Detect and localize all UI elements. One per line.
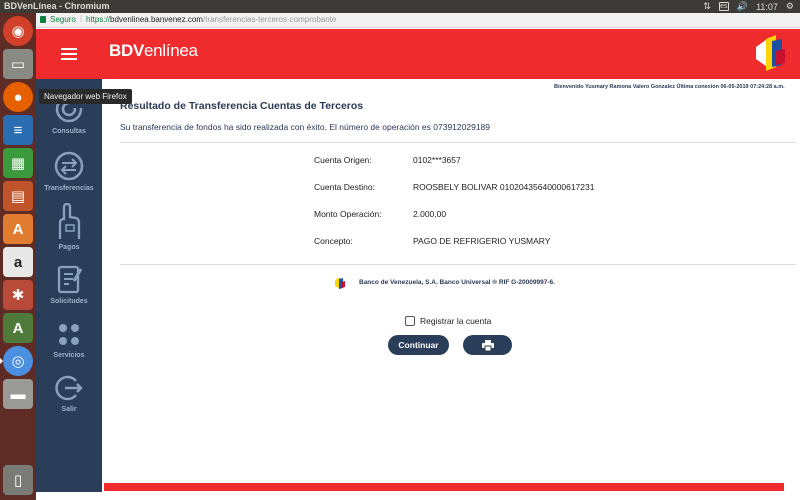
web-page: Consultas Transferencias Pagos Solicitud… [36, 29, 800, 500]
bottom-accent-bar [104, 483, 784, 491]
keyboard-layout-icon[interactable]: es [718, 2, 729, 11]
checkbox-label: Registrar la cuenta [420, 316, 492, 326]
launcher-tooltip: Navegador web Firefox [39, 89, 132, 104]
window-title: BDVenLínea - Chromium [4, 1, 110, 11]
print-button[interactable] [463, 335, 512, 355]
register-account-checkbox[interactable]: Registrar la cuenta [405, 316, 491, 326]
sidebar-label: Solicitudes [50, 298, 88, 305]
sidebar-label: Pagos [58, 244, 80, 251]
bank-flag-icon [756, 35, 785, 71]
update-icon[interactable]: A [3, 313, 33, 343]
printer-icon [481, 339, 494, 351]
impress-icon[interactable]: ▤ [3, 181, 33, 211]
trash-icon[interactable]: ▯ [3, 465, 33, 495]
separator: | [80, 14, 83, 23]
chromium-icon[interactable]: ◎ [0, 346, 33, 376]
launcher: ◉ ▭ ● ≡ ▦ ▤ A a ✱ A ◎ ▬ ▯ [0, 13, 36, 500]
sidebar-item-pagos[interactable]: Pagos [36, 203, 102, 251]
drive-icon[interactable]: ▬ [3, 379, 33, 409]
bank-logo-icon [335, 277, 345, 289]
power-icon[interactable]: ⚙ [786, 1, 794, 12]
detail-label-destination: Cuenta Destino: [314, 182, 375, 192]
sidebar-label: Transferencias [44, 185, 94, 192]
writer-icon[interactable]: ≡ [3, 115, 33, 145]
logout-icon [55, 375, 83, 401]
sidebar-item-transferencias[interactable]: Transferencias [36, 150, 102, 192]
detail-value-destination: ROOSBELY BOLIVAR 01020435640000617231 [413, 182, 595, 192]
hamburger-line [61, 58, 77, 60]
detail-label-amount: Monto Operación: [314, 209, 382, 219]
page-title: Resultado de Transferencia Cuentas de Te… [120, 100, 364, 112]
address-bar[interactable]: Seguro | https://bdvenlinea.banvenez.com… [36, 13, 800, 28]
detail-label-concept: Concepto: [314, 236, 353, 246]
success-message: Su transferencia de fondos ha sido reali… [120, 122, 491, 132]
divider [120, 264, 796, 265]
software-center-icon[interactable]: A [3, 214, 33, 244]
logo-rest: enlínea [144, 41, 198, 60]
sidebar-label: Consultas [52, 128, 86, 135]
menu-button[interactable] [36, 29, 102, 79]
detail-value-amount: 2.000,00 [413, 209, 447, 219]
sidebar-item-salir[interactable]: Salir [36, 373, 102, 413]
divider [120, 142, 796, 143]
sidebar-label: Servicios [53, 352, 85, 359]
checkbox[interactable] [405, 316, 415, 326]
sidebar-item-servicios[interactable]: Servicios [36, 321, 102, 359]
requests-icon [57, 265, 83, 294]
system-tray: ⇅ es 🔊 11:07 ⚙ [703, 1, 794, 12]
hamburger-line [61, 53, 77, 55]
network-icon[interactable]: ⇅ [703, 1, 711, 12]
amazon-icon[interactable]: a [3, 247, 33, 277]
clock[interactable]: 11:07 [756, 2, 778, 12]
hamburger-line [61, 48, 77, 50]
transfer-icon [54, 151, 84, 181]
footer-text: Banco de Venezuela, S.A. Banco Universal… [359, 279, 555, 286]
detail-value-concept: PAGO DE REFRIGERIO YUSMARY [413, 236, 551, 246]
sidebar-item-solicitudes[interactable]: Solicitudes [36, 263, 102, 305]
url-host: bdvenlinea.banvenez.com [110, 15, 203, 24]
logo-bold: BDV [109, 41, 144, 60]
url-protocol: https:// [86, 15, 111, 24]
services-icon [59, 324, 79, 345]
lock-icon [40, 16, 46, 23]
welcome-text: Bienvenido Yusmary Ramona Valero Gonzale… [554, 84, 785, 90]
url-path: /transferencias-terceros-comprobante [202, 15, 337, 24]
site-header: BDVenlínea [102, 29, 800, 79]
detail-value-origin: 0102***3657 [413, 155, 461, 165]
detail-label-origin: Cuenta Origen: [314, 155, 372, 165]
ubuntu-icon[interactable]: ◉ [3, 16, 33, 46]
url-text[interactable]: https://bdvenlinea.banvenez.com/transfer… [86, 15, 336, 24]
files-icon[interactable]: ▭ [3, 49, 33, 79]
secure-label: Seguro [50, 15, 76, 24]
firefox-icon[interactable]: ● [3, 82, 33, 112]
settings-icon[interactable]: ✱ [3, 280, 33, 310]
top-panel: BDVenLínea - Chromium ⇅ es 🔊 11:07 ⚙ [0, 0, 800, 13]
payments-icon [58, 203, 81, 239]
calc-icon[interactable]: ▦ [3, 148, 33, 178]
sidebar-label: Salir [61, 406, 77, 413]
volume-icon[interactable]: 🔊 [737, 1, 748, 12]
continue-button[interactable]: Continuar [388, 335, 449, 355]
bdv-logo[interactable]: BDVenlínea [109, 41, 198, 61]
